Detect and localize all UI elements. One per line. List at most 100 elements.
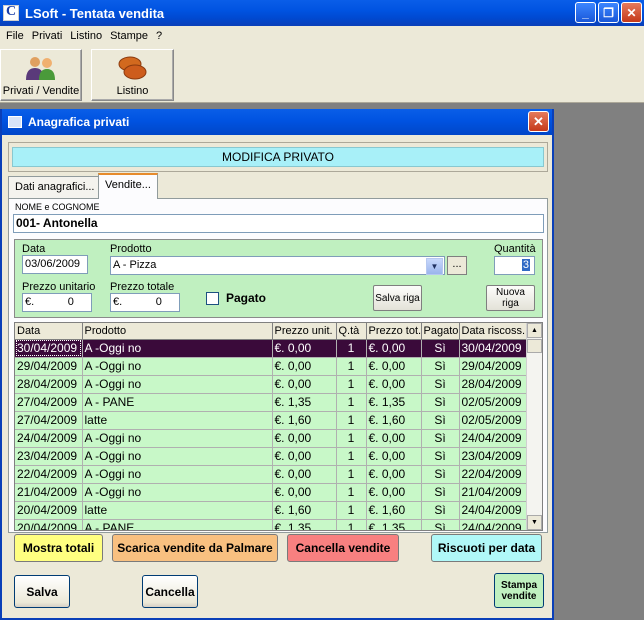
dialog-title: Anagrafica privati [28, 115, 130, 129]
col-quantita[interactable]: Q.tà [336, 323, 367, 340]
cancella-vendite-button[interactable]: Cancella vendite [287, 534, 399, 562]
col-prodotto[interactable]: Prodotto [82, 323, 273, 340]
riscuoti-per-data-button[interactable]: Riscuoti per data [431, 534, 542, 562]
table-cell: 02/05/2009 [459, 393, 528, 412]
table-cell: Sì [421, 429, 460, 448]
menu-listino[interactable]: Listino [66, 30, 106, 42]
tab-vendite[interactable]: Vendite... [98, 173, 158, 199]
privati-vendite-button[interactable]: Privati / Vendite [0, 49, 82, 101]
pagato-checkbox[interactable] [206, 292, 219, 305]
prodotto-browse-button[interactable]: ... [447, 256, 467, 275]
scroll-down-icon[interactable]: ▼ [527, 515, 542, 530]
people-icon [26, 57, 55, 80]
table-row[interactable]: 24/04/2009 A -Oggi no €. 0,00 1 €. 0,00 Sì 24/… [15, 429, 528, 448]
table-cell: 1 [336, 447, 367, 466]
table-cell: 30/04/2009 [459, 339, 528, 358]
col-data[interactable]: Data [15, 323, 83, 340]
dialog-title-bar: Anagrafica privati ✕ [2, 109, 552, 135]
table-cell: A -Oggi no [82, 429, 273, 448]
table-cell: 1 [336, 393, 367, 412]
app-title-bar: LSoft - Tentata vendita _ ❐ ✕ [0, 0, 644, 26]
table-cell: 28/04/2009 [459, 375, 528, 394]
table-row[interactable]: 23/04/2009 A -Oggi no €. 0,00 1 €. 0,00 Sì 23/… [15, 447, 528, 466]
nuova-riga-button[interactable]: Nuova riga [486, 285, 535, 311]
table-row[interactable]: 20/04/2009 A - PANE €. 1,35 1 €. 1,35 Sì 24/04… [15, 519, 528, 530]
table-cell: 28/04/2009 [15, 375, 83, 394]
dialog-close-button[interactable]: ✕ [528, 111, 549, 132]
table-row[interactable]: 30/04/2009 A -Oggi no €. 0,00 1 €. 0,00 Sì 30/… [15, 339, 528, 358]
table-row[interactable]: 21/04/2009 A -Oggi no €. 0,00 1 €. 0,00 Sì 21/… [15, 483, 528, 502]
table-cell: Sì [421, 465, 460, 484]
table-cell: Sì [421, 357, 460, 376]
table-cell: €. 1,35 [366, 393, 422, 412]
prodotto-label: Prodotto [110, 243, 152, 255]
table-row[interactable]: 20/04/2009 latte €. 1,60 1 €. 1,60 Sì 24/04/20… [15, 501, 528, 520]
table-row[interactable]: 28/04/2009 A -Oggi no €. 0,00 1 €. 0,00 Sì 28/… [15, 375, 528, 394]
table-cell: 1 [336, 357, 367, 376]
stampa-vendite-button[interactable]: Stampa vendite [494, 573, 544, 608]
col-data-riscoss[interactable]: Data riscoss. [459, 323, 528, 340]
table-cell: Sì [421, 375, 460, 394]
scarica-vendite-button[interactable]: Scarica vendite da Palmare [112, 534, 278, 562]
prodotto-select[interactable]: A - Pizza ▼ [110, 256, 445, 275]
table-row[interactable]: 22/04/2009 A -Oggi no €. 0,00 1 €. 0,00 Sì 22/… [15, 465, 528, 484]
menu-help[interactable]: ? [152, 30, 166, 42]
table-cell: 23/04/2009 [459, 447, 528, 466]
salva-button[interactable]: Salva [14, 575, 70, 608]
table-cell: 1 [336, 465, 367, 484]
nome-field[interactable]: 001- Antonella [13, 214, 544, 233]
quantita-field[interactable]: 3 [494, 256, 535, 275]
restore-button[interactable]: ❐ [598, 2, 619, 23]
col-prezzo-tot[interactable]: Prezzo tot. [366, 323, 422, 340]
table-cell: Sì [421, 483, 460, 502]
data-label: Data [22, 243, 46, 255]
menu-bar: File Privati Listino Stampe ? [0, 26, 644, 45]
table-scrollbar[interactable]: ▲ ▼ [526, 323, 542, 530]
table-cell: 20/04/2009 [15, 501, 83, 520]
table-cell: 27/04/2009 [15, 393, 83, 412]
menu-stampe[interactable]: Stampe [106, 30, 152, 42]
prezzo-unitario-label: Prezzo unitario [22, 281, 96, 293]
table-cell: 21/04/2009 [459, 483, 528, 502]
table-row[interactable]: 29/04/2009 A -Oggi no €. 0,00 1 €. 0,00 Sì 29/… [15, 357, 528, 376]
table-cell: A -Oggi no [82, 375, 273, 394]
mode-banner: MODIFICA PRIVATO [12, 147, 544, 167]
app-logo-icon [3, 4, 19, 21]
table-row[interactable]: 27/04/2009 A - PANE €. 1,35 1 €. 1,35 Sì 02/05… [15, 393, 528, 412]
table-cell: 1 [336, 411, 367, 430]
pagato-label: Pagato [226, 291, 267, 305]
table-cell: 02/05/2009 [459, 411, 528, 430]
data-field[interactable]: 03/06/2009 [22, 255, 88, 274]
anagrafica-window: Anagrafica privati ✕ MODIFICA PRIVATO Da… [0, 109, 554, 620]
close-button[interactable]: ✕ [621, 2, 642, 23]
sales-table[interactable]: Data Prodotto Prezzo unit. Q.tà Prezzo t… [14, 322, 543, 531]
table-cell: latte [82, 501, 273, 520]
chevron-down-icon[interactable]: ▼ [426, 258, 443, 275]
col-prezzo-unit[interactable]: Prezzo unit. [272, 323, 337, 340]
tab-dati-anagrafici[interactable]: Dati anagrafici... [8, 176, 102, 198]
menu-file[interactable]: File [2, 30, 28, 42]
table-cell: €. 0,00 [366, 429, 422, 448]
menu-privati[interactable]: Privati [28, 30, 67, 42]
table-cell: €. 0,00 [272, 483, 337, 502]
table-cell: A - PANE [82, 519, 273, 530]
scroll-thumb[interactable] [527, 339, 542, 353]
salva-riga-button[interactable]: Salva riga [373, 285, 422, 311]
scroll-up-icon[interactable]: ▲ [527, 323, 542, 338]
table-row[interactable]: 27/04/2009 latte €. 1,60 1 €. 1,60 Sì 02/05/20… [15, 411, 528, 430]
table-cell: 1 [336, 429, 367, 448]
table-cell: Sì [421, 519, 460, 530]
mostra-totali-button[interactable]: Mostra totali [14, 534, 103, 562]
table-cell: 30/04/2009 [15, 339, 83, 358]
listino-label: Listino [116, 85, 149, 97]
prezzo-totale-field[interactable]: €. 0 [110, 293, 180, 312]
table-cell: €. 0,00 [366, 465, 422, 484]
table-cell: 29/04/2009 [459, 357, 528, 376]
prezzo-unitario-field[interactable]: €. 0 [22, 293, 92, 312]
cancella-button[interactable]: Cancella [142, 575, 198, 608]
minimize-button[interactable]: _ [575, 2, 596, 23]
table-cell: 27/04/2009 [15, 411, 83, 430]
col-pagato[interactable]: Pagato [421, 323, 460, 340]
listino-button[interactable]: Listino [91, 49, 174, 101]
nome-label: NOME e COGNOME [15, 202, 100, 212]
